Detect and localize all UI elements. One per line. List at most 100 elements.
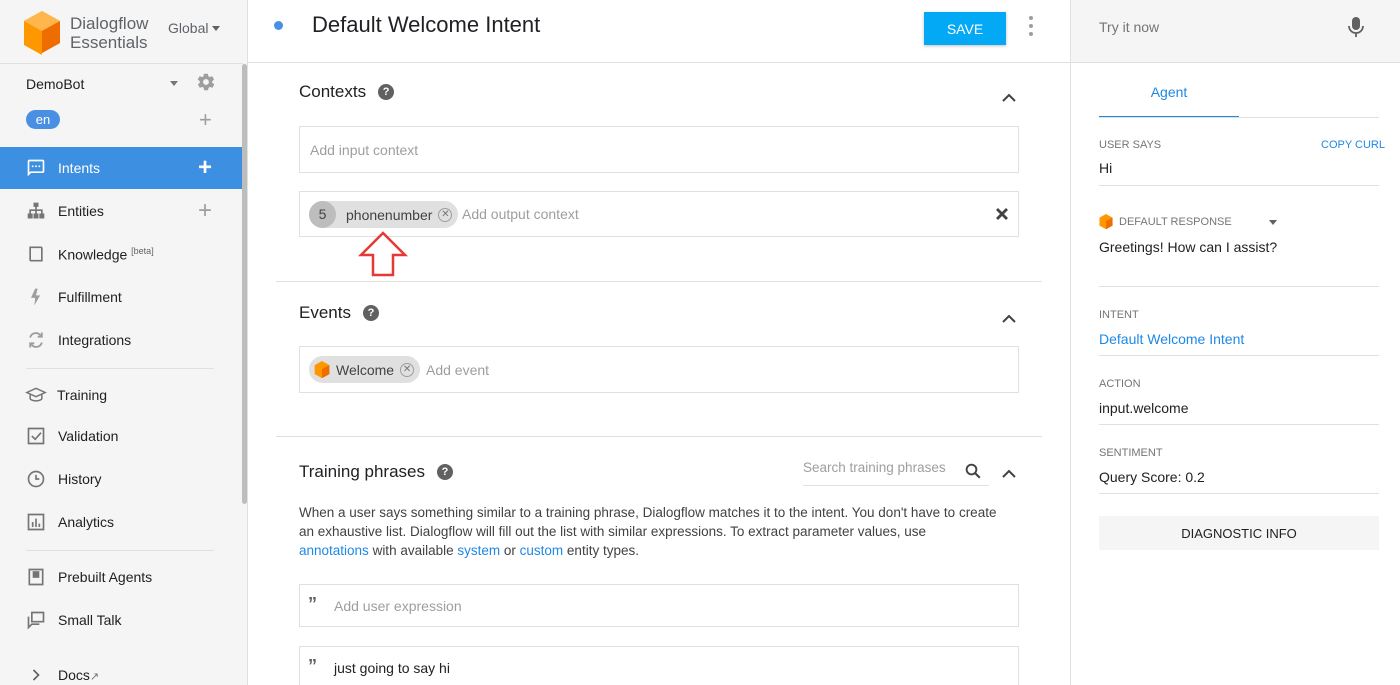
intents-icon: [27, 159, 45, 177]
sidebar-item-small-talk[interactable]: Small Talk: [0, 599, 243, 641]
region-selector[interactable]: Global: [168, 20, 221, 36]
sidebar-item-analytics[interactable]: Analytics: [0, 501, 243, 543]
brand[interactable]: Dialogflow Essentials: [24, 8, 148, 58]
gear-icon[interactable]: [196, 72, 216, 92]
agent-selector[interactable]: DemoBot: [26, 72, 222, 94]
sentiment-value: Query Score: 0.2: [1099, 469, 1205, 485]
input-context-field[interactable]: Add input context: [299, 126, 1019, 173]
help-icon[interactable]: ?: [437, 464, 453, 480]
events-field[interactable]: Welcome ✕ Add event: [299, 346, 1019, 393]
try-placeholder: Try it now: [1099, 19, 1160, 35]
copy-curl-link[interactable]: COPY CURL: [1321, 139, 1385, 151]
sidebar-item-integrations[interactable]: Integrations: [0, 319, 243, 361]
output-context-chip[interactable]: 5 phonenumber ✕: [309, 201, 459, 228]
chevron-up-icon[interactable]: [1002, 312, 1016, 326]
diagnostic-info-button[interactable]: DIAGNOSTIC INFO: [1099, 516, 1379, 550]
analytics-icon: [27, 513, 45, 531]
sidebar-item-docs[interactable]: Docs↗: [0, 654, 243, 685]
intent-link[interactable]: Default Welcome Intent: [1099, 331, 1244, 347]
close-icon[interactable]: [995, 207, 1009, 221]
intent-title-input[interactable]: Default Welcome Intent: [312, 12, 540, 38]
chevron-up-icon[interactable]: [1002, 467, 1016, 481]
divider: [0, 63, 243, 64]
custom-link[interactable]: custom: [520, 543, 564, 558]
training-phrase-row[interactable]: ” just going to say hi: [299, 646, 1019, 685]
validation-icon: [27, 427, 45, 445]
kebab-menu-icon[interactable]: [1028, 16, 1034, 36]
user-says-label: USER SAYS: [1099, 139, 1162, 151]
section-divider: [276, 436, 1042, 437]
search-icon[interactable]: [964, 462, 982, 480]
training-phrases-section-title[interactable]: Training phrases ?: [299, 462, 453, 482]
context-lifespan[interactable]: 5: [309, 201, 336, 228]
add-language-button[interactable]: +: [199, 109, 212, 131]
remove-context-icon[interactable]: ✕: [438, 207, 453, 222]
intent-label: INTENT: [1099, 309, 1139, 321]
divider: [1099, 424, 1379, 425]
annotations-link[interactable]: annotations: [299, 543, 369, 558]
events-section-title[interactable]: Events ?: [299, 303, 379, 323]
action-value: input.welcome: [1099, 400, 1189, 416]
sidebar-item-history[interactable]: History: [0, 458, 243, 500]
brand-line1: Dialogflow: [70, 14, 149, 33]
try-it-now-input[interactable]: Try it now: [1071, 0, 1400, 63]
sidebar-item-fulfillment[interactable]: Fulfillment: [0, 276, 243, 318]
fulfillment-icon: [31, 288, 41, 306]
section-title: Contexts: [299, 82, 367, 101]
chevron-down-icon[interactable]: [1269, 220, 1277, 225]
test-console: Try it now Agent USER SAYS COPY CURL Hi …: [1070, 0, 1400, 685]
contexts-section-title[interactable]: Contexts ?: [299, 82, 395, 102]
brand-line2: Essentials: [70, 33, 148, 52]
sidebar-item-label: Docs: [58, 667, 90, 683]
divider: [1099, 286, 1379, 287]
language-chip[interactable]: en: [26, 110, 60, 129]
section-divider: [276, 281, 1042, 282]
microphone-icon[interactable]: [1348, 16, 1364, 38]
training-phrase-text[interactable]: just going to say hi: [334, 660, 450, 676]
prebuilt-agents-icon: [28, 568, 44, 586]
sidebar-item-knowledge[interactable]: Knowledge [beta]: [0, 233, 243, 275]
entities-icon: [27, 202, 45, 219]
input-context-placeholder: Add input context: [310, 142, 419, 158]
quote-icon: ”: [308, 656, 317, 676]
search-placeholder: Search training phrases: [803, 460, 946, 475]
event-chip[interactable]: Welcome ✕: [309, 356, 421, 383]
chevron-up-icon[interactable]: [1002, 91, 1016, 105]
sidebar-item-label: Validation: [58, 428, 119, 444]
add-user-expression-field[interactable]: ” Add user expression: [299, 584, 1019, 627]
event-name: Welcome: [336, 361, 395, 378]
sidebar-item-label: Training: [57, 387, 108, 403]
add-entity-button[interactable]: +: [198, 199, 212, 223]
help-icon[interactable]: ?: [362, 305, 379, 321]
save-button[interactable]: SAVE: [924, 12, 1006, 45]
sidebar-item-label: Fulfillment: [58, 289, 122, 305]
sidebar-item-intents[interactable]: Intents +: [0, 147, 243, 189]
dialogflow-logo-icon: [1099, 214, 1113, 230]
help-icon[interactable]: ?: [378, 84, 395, 100]
section-title: Training phrases: [299, 462, 425, 481]
sidebar-item-entities[interactable]: Entities +: [0, 190, 243, 232]
default-response-value: Greetings! How can I assist?: [1099, 239, 1278, 255]
external-link-icon: ↗: [89, 671, 100, 683]
output-context-placeholder: Add output context: [462, 206, 579, 222]
add-intent-button[interactable]: +: [198, 156, 212, 180]
training-icon: [25, 387, 47, 402]
intent-header: Default Welcome Intent SAVE: [248, 0, 1070, 63]
sidebar-item-label: Prebuilt Agents: [58, 569, 153, 585]
sidebar-item-label: Entities: [58, 203, 104, 219]
sidebar: Dialogflow Essentials Global DemoBot en …: [0, 0, 248, 685]
red-arrow-annotation-icon: [357, 231, 409, 277]
event-placeholder: Add event: [426, 362, 490, 378]
sidebar-item-validation[interactable]: Validation: [0, 415, 243, 457]
sidebar-item-training[interactable]: Training: [0, 374, 243, 416]
sidebar-item-label: History: [58, 471, 102, 487]
divider: [26, 368, 214, 369]
tab-agent[interactable]: Agent: [1099, 70, 1239, 118]
sidebar-item-label: Small Talk: [58, 612, 122, 628]
search-training-phrases-input[interactable]: Search training phrases: [803, 460, 989, 486]
default-response-header[interactable]: DEFAULT RESPONSE: [1099, 214, 1232, 230]
system-link[interactable]: system: [457, 543, 500, 558]
sidebar-item-prebuilt-agents[interactable]: Prebuilt Agents: [0, 556, 243, 598]
sidebar-scrollbar[interactable]: [242, 64, 247, 504]
remove-event-icon[interactable]: ✕: [400, 362, 415, 377]
